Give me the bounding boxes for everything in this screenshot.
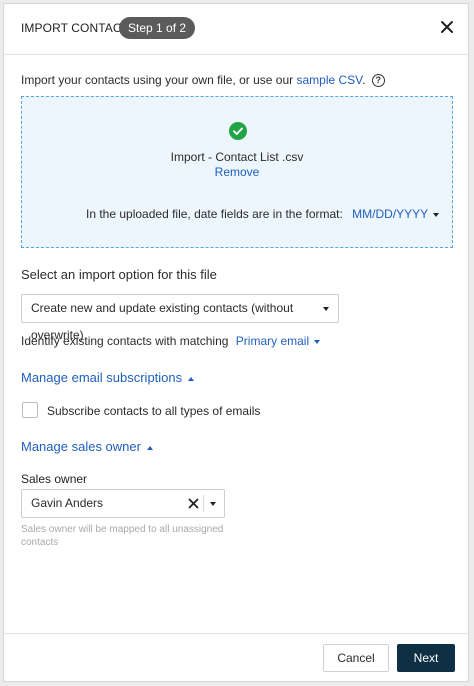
question-circle-icon[interactable]: ? bbox=[371, 74, 385, 88]
modal-footer: Cancel Next bbox=[4, 633, 468, 681]
import-option-select[interactable]: Create new and update existing contacts … bbox=[21, 294, 339, 342]
chevron-down-icon[interactable] bbox=[210, 502, 216, 506]
select-divider bbox=[203, 495, 204, 512]
intro-text: Import your contacts using your own file… bbox=[21, 73, 385, 88]
date-format-dropdown[interactable]: MM/DD/YYYY bbox=[352, 207, 440, 221]
import-option-label: Select an import option for this file bbox=[21, 267, 217, 282]
modal-header: IMPORT CONTACTS Step 1 of 2 bbox=[4, 4, 468, 55]
sales-owner-label: Sales owner bbox=[21, 472, 88, 486]
chevron-up-icon bbox=[146, 445, 153, 450]
step-badge: Step 1 of 2 bbox=[119, 17, 196, 39]
date-format-label: In the uploaded file, date fields are in… bbox=[86, 207, 343, 221]
sales-owner-help-text: Sales owner will be mapped to all unassi… bbox=[21, 524, 224, 548]
subscribe-all-label: Subscribe contacts to all types of email… bbox=[47, 404, 261, 418]
remove-file-link-wrap: Remove bbox=[22, 165, 452, 179]
chevron-down-icon bbox=[323, 307, 329, 311]
next-button[interactable]: Next bbox=[397, 644, 455, 672]
clear-icon[interactable] bbox=[188, 498, 199, 509]
chevron-down-icon bbox=[433, 212, 440, 217]
cancel-button[interactable]: Cancel bbox=[323, 644, 389, 672]
matching-label: Identify existing contacts with matching bbox=[21, 334, 229, 348]
file-upload-dropzone[interactable]: Import - Contact List .csv Remove In the… bbox=[21, 96, 453, 248]
import-contacts-modal: IMPORT CONTACTS Step 1 of 2 Import your … bbox=[3, 3, 469, 682]
chevron-up-icon bbox=[188, 376, 195, 381]
subscribe-all-checkbox[interactable] bbox=[22, 402, 38, 418]
matching-row: Identify existing contacts with matching… bbox=[21, 334, 321, 348]
close-icon[interactable] bbox=[440, 20, 454, 34]
sales-owner-value: Gavin Anders bbox=[31, 496, 104, 510]
sample-csv-link[interactable]: sample CSV bbox=[296, 73, 362, 87]
manage-sales-owner-toggle[interactable]: Manage sales owner bbox=[21, 439, 153, 454]
check-circle-icon bbox=[229, 122, 247, 140]
manage-email-subscriptions-toggle[interactable]: Manage email subscriptions bbox=[21, 370, 195, 385]
date-format-row: In the uploaded file, date fields are in… bbox=[86, 207, 440, 221]
sales-owner-select[interactable]: Gavin Anders bbox=[21, 489, 225, 518]
uploaded-file-name: Import - Contact List .csv bbox=[170, 150, 304, 164]
matching-field-dropdown[interactable]: Primary email bbox=[236, 334, 321, 348]
remove-file-link[interactable]: Remove bbox=[215, 165, 260, 179]
chevron-down-icon bbox=[314, 339, 321, 344]
